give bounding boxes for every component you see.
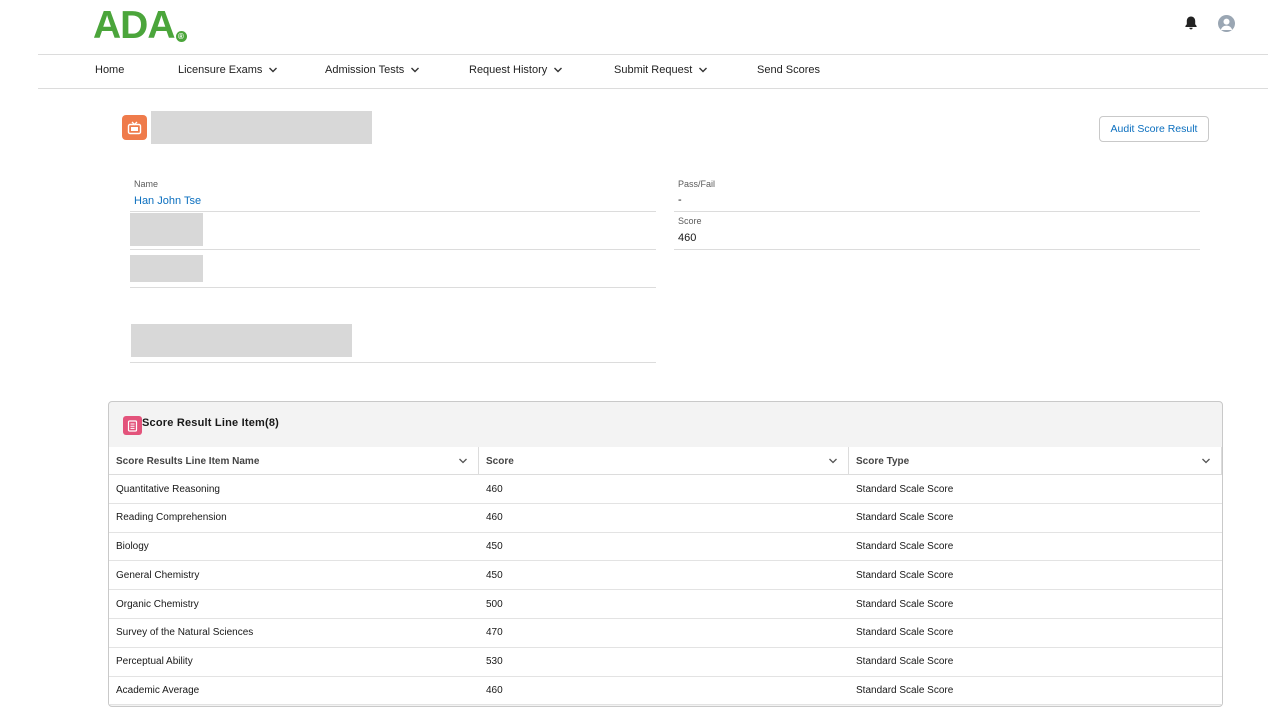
nav-label: Send Scores (757, 64, 820, 76)
field-divider (674, 211, 1200, 212)
ada-logo[interactable]: ADA ® (93, 4, 187, 47)
line-item-score: 460 (486, 685, 503, 697)
table-row: Quantitative Reasoning 460 Standard Scal… (109, 475, 1222, 504)
main-nav: Home Licensure Exams Admission Tests Req… (0, 64, 1280, 80)
line-item-name: General Chemistry (116, 569, 200, 581)
nav-label: Licensure Exams (178, 64, 263, 76)
redacted-field (131, 324, 352, 357)
table-row: Survey of the Natural Sciences 470 Stand… (109, 618, 1222, 648)
header-divider (38, 54, 1268, 55)
nav-home[interactable]: Home (95, 64, 124, 76)
table-row: Organic Chemistry 500 Standard Scale Sco… (109, 590, 1222, 619)
nav-admission-tests[interactable]: Admission Tests (325, 64, 420, 76)
nav-label: Admission Tests (325, 64, 405, 76)
line-item-name: Academic Average (116, 685, 200, 697)
table-row: Biology 450 Standard Scale Score (109, 532, 1222, 562)
field-divider (130, 362, 656, 363)
chevron-down-icon (699, 67, 708, 73)
column-header-line-item-name[interactable]: Score Results Line Item Name (109, 447, 479, 475)
nav-label: Request History (469, 64, 548, 76)
line-item-score-type: Standard Scale Score (856, 512, 954, 524)
nav-licensure-exams[interactable]: Licensure Exams (178, 64, 278, 76)
line-item-name: Perceptual Ability (116, 656, 193, 668)
logo-text: ADA (93, 4, 175, 47)
table-row: General Chemistry 450 Standard Scale Sco… (109, 561, 1222, 591)
chevron-down-icon (269, 67, 278, 73)
table-row: Academic Average 460 Standard Scale Scor… (109, 676, 1222, 706)
line-item-score: 460 (486, 483, 503, 495)
column-header-score-type[interactable]: Score Type (849, 447, 1222, 475)
column-header-label: Score Results Line Item Name (116, 455, 260, 467)
redacted-field (130, 255, 203, 282)
name-link[interactable]: Han John Tse (134, 195, 201, 207)
line-item-score-type: Standard Scale Score (856, 627, 954, 639)
line-item-score-type: Standard Scale Score (856, 656, 954, 668)
redacted-field (130, 213, 203, 246)
table-row: Reading Comprehension 460 Standard Scale… (109, 503, 1222, 533)
line-item-score-type: Standard Scale Score (856, 541, 954, 553)
pass-fail-value: - (678, 194, 682, 206)
line-items-table: Score Results Line Item Name Score Score… (109, 447, 1222, 706)
field-divider (130, 287, 656, 288)
line-item-score-type: Standard Scale Score (856, 483, 954, 495)
chevron-down-icon[interactable] (828, 456, 838, 466)
column-header-score[interactable]: Score (479, 447, 849, 475)
card-title[interactable]: Score Result Line Item(8) (142, 417, 279, 429)
field-divider (674, 249, 1200, 250)
redacted-record-title (151, 111, 372, 144)
line-item-score: 450 (486, 541, 503, 553)
chevron-down-icon (554, 67, 563, 73)
nav-submit-request[interactable]: Submit Request (614, 64, 708, 76)
related-list-icon (123, 416, 142, 435)
chevron-down-icon (411, 67, 420, 73)
line-item-score: 460 (486, 512, 503, 524)
bell-icon[interactable] (1183, 15, 1199, 31)
line-item-name: Survey of the Natural Sciences (116, 627, 254, 639)
line-item-score-type: Standard Scale Score (856, 685, 954, 697)
line-item-name: Biology (116, 541, 149, 553)
audit-score-result-button[interactable]: Audit Score Result (1099, 116, 1209, 142)
table-header: Score Results Line Item Name Score Score… (109, 447, 1222, 475)
chevron-down-icon[interactable] (458, 456, 468, 466)
nav-send-scores[interactable]: Send Scores (757, 64, 820, 76)
score-label: Score (678, 216, 702, 226)
column-header-label: Score (486, 455, 514, 467)
name-label: Name (134, 179, 159, 189)
nav-request-history[interactable]: Request History (469, 64, 563, 76)
line-item-score: 450 (486, 569, 503, 581)
score-result-line-items-card: Score Result Line Item(8) Score Results … (108, 401, 1223, 707)
nav-divider (38, 88, 1268, 89)
chevron-down-icon[interactable] (1201, 456, 1211, 466)
line-item-name: Reading Comprehension (116, 512, 227, 524)
line-item-score: 470 (486, 627, 503, 639)
pass-fail-label: Pass/Fail (678, 179, 716, 189)
record-type-icon (122, 115, 147, 140)
column-header-label: Score Type (856, 455, 910, 467)
field-divider (130, 211, 656, 212)
line-item-score-type: Standard Scale Score (856, 598, 954, 610)
nav-label: Home (95, 64, 125, 76)
score-value: 460 (678, 232, 697, 244)
line-item-name: Quantitative Reasoning (116, 483, 220, 495)
line-item-score: 530 (486, 656, 503, 668)
nav-label: Submit Request (614, 64, 693, 76)
line-item-name: Organic Chemistry (116, 598, 199, 610)
user-avatar-icon[interactable] (1218, 15, 1235, 32)
registered-mark: ® (175, 31, 187, 42)
table-row: Perceptual Ability 530 Standard Scale Sc… (109, 647, 1222, 677)
line-item-score-type: Standard Scale Score (856, 569, 954, 581)
line-item-score: 500 (486, 598, 503, 610)
field-divider (130, 249, 656, 250)
